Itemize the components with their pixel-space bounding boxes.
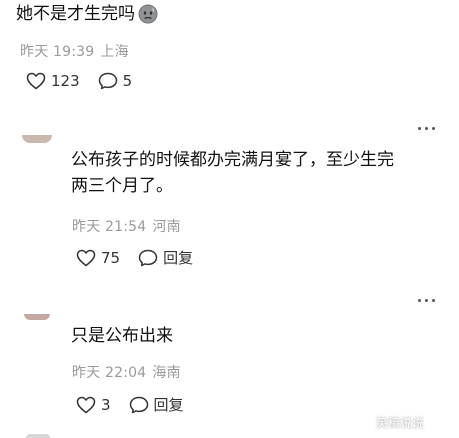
reply-text: 公布孩子的时候都办完满月宴了，至少生完 两三个月了。 [71, 148, 394, 198]
reply-button-label: 回复 [153, 396, 184, 414]
reply-like-button[interactable]: 75 [76, 249, 120, 267]
heart-outline-icon [76, 249, 96, 267]
reply-like-count: 75 [101, 248, 121, 267]
reply-location: 海南 [152, 365, 181, 381]
post-text-row: 她不是才生完吗 [16, 2, 158, 26]
reply-location: 河南 [152, 219, 181, 235]
reply-like-button[interactable]: 3 [76, 396, 111, 414]
post-like-button[interactable]: 123 [26, 72, 80, 90]
more-dots-icon[interactable] [418, 299, 435, 302]
more-dots-icon[interactable] [418, 127, 435, 130]
comment-bubble-icon [138, 249, 158, 267]
post-like-count: 123 [51, 72, 80, 90]
reply-like-count: 3 [101, 395, 111, 414]
reply-button[interactable]: 回复 [129, 394, 184, 415]
reply-actions: 3 回复 [76, 394, 184, 415]
watermark: 笑稿说说 [376, 416, 425, 430]
post-location: 上海 [100, 44, 129, 60]
comment-bubble-icon [98, 72, 118, 90]
heart-outline-icon [26, 72, 46, 90]
sweat-face-emoji-icon [138, 4, 158, 24]
post-time: 昨天 19:39 [20, 44, 95, 60]
reply-text-line: 两三个月了。 [71, 176, 173, 196]
avatar[interactable] [24, 314, 50, 320]
reply-text-line: 公布孩子的时候都办完满月宴了，至少生完 [71, 150, 394, 170]
reply-button[interactable]: 回复 [138, 247, 193, 268]
reply-meta: 昨天 21:54 河南 [72, 216, 181, 236]
post-text: 她不是才生完吗 [16, 4, 135, 24]
post-comment-count: 5 [122, 72, 133, 90]
post-comment-button[interactable]: 5 [98, 72, 133, 90]
avatar[interactable] [22, 135, 52, 143]
post-actions: 123 5 [26, 72, 132, 90]
reply-meta: 昨天 22:04 海南 [72, 362, 181, 382]
heart-outline-icon [76, 396, 96, 414]
reply-text-line: 只是公布出来 [71, 326, 173, 346]
reply-text: 只是公布出来 [71, 324, 173, 348]
reply-time: 昨天 21:54 [72, 219, 147, 235]
post-meta: 昨天 19:39 上海 [20, 41, 129, 61]
avatar[interactable] [26, 434, 50, 438]
reply-button-label: 回复 [163, 249, 194, 267]
reply-time: 昨天 22:04 [72, 365, 147, 381]
reply-actions: 75 回复 [76, 247, 193, 268]
comment-bubble-icon [129, 396, 149, 414]
